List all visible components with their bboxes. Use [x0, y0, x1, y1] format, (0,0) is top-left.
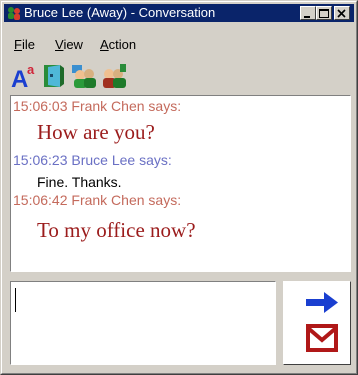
menu-action-accel: A: [100, 37, 109, 52]
menu-file-accel: F: [14, 37, 22, 52]
menu-view[interactable]: View: [55, 37, 83, 52]
message-text: To my office now?: [37, 218, 196, 242]
add-contact-button[interactable]: [70, 62, 98, 90]
message-input[interactable]: [10, 281, 276, 365]
conversation-window: Bruce Lee (Away) - Conversation File Vie…: [0, 0, 358, 375]
remove-contact-button[interactable]: [100, 62, 128, 90]
maximize-icon: [319, 9, 329, 18]
close-button[interactable]: [334, 6, 350, 20]
text-caret: [15, 288, 16, 312]
window-title: Bruce Lee (Away) - Conversation: [24, 5, 216, 20]
add-contact-icon: [72, 65, 96, 88]
message-header: 15:06:03 Frank Chen says:: [13, 98, 182, 114]
minimize-button[interactable]: [300, 6, 316, 20]
send-mail-icon: [306, 292, 338, 352]
message-text: Fine. Thanks.: [37, 174, 122, 190]
menu-view-label: iew: [63, 37, 83, 52]
svg-text:A: A: [11, 66, 28, 90]
svg-text:a: a: [27, 62, 35, 77]
font-button[interactable]: A a: [10, 62, 38, 93]
minimize-icon: [304, 16, 310, 18]
toolbar: A a: [10, 62, 190, 93]
conversation-log[interactable]: 15:06:03 Frank Chen says: How are you? 1…: [10, 95, 351, 272]
door-icon: [44, 65, 64, 87]
remove-contact-icon: [103, 64, 126, 88]
font-icon: A a: [11, 62, 35, 93]
maximize-button[interactable]: [316, 6, 332, 20]
message-header: 15:06:23 Bruce Lee says:: [13, 152, 172, 168]
message-header: 15:06:42 Frank Chen says:: [13, 192, 182, 208]
title-bar[interactable]: Bruce Lee (Away) - Conversation: [4, 4, 354, 22]
send-button[interactable]: [283, 281, 351, 365]
messenger-icon: [6, 5, 22, 21]
menu-bar: File View Action: [4, 35, 354, 55]
invite-button[interactable]: [40, 62, 68, 90]
close-icon: [337, 9, 346, 18]
menu-file[interactable]: File: [14, 37, 35, 52]
menu-file-label: ile: [21, 37, 35, 52]
menu-action-label: ction: [108, 37, 137, 52]
message-text: How are you?: [37, 120, 155, 144]
menu-action[interactable]: Action: [100, 37, 136, 52]
